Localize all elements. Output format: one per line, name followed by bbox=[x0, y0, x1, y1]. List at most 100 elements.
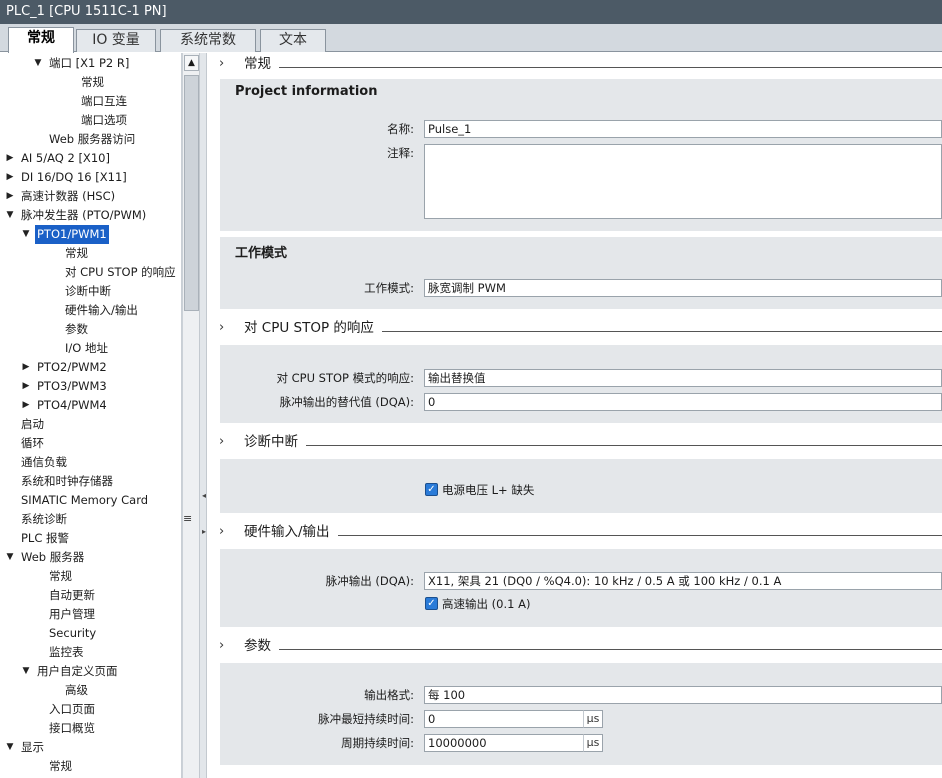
name-field[interactable]: Pulse_1 bbox=[424, 120, 942, 138]
tree-item[interactable]: 启动 bbox=[0, 415, 181, 434]
checkbox-label: 高速输出 (0.1 A) bbox=[442, 597, 531, 611]
expand-down-icon[interactable]: ▼ bbox=[20, 662, 32, 681]
tree-item[interactable]: 常规 bbox=[0, 73, 181, 92]
tree-item[interactable]: SIMATIC Memory Card bbox=[0, 491, 181, 510]
scroll-up-icon[interactable]: ▲ bbox=[184, 55, 199, 71]
expand-down-icon[interactable]: ▼ bbox=[32, 54, 44, 73]
tree-item-label: 用户管理 bbox=[49, 607, 95, 621]
section-diag-header[interactable]: › 诊断中断 bbox=[207, 431, 942, 453]
tree-scrollbar[interactable]: ▲ bbox=[182, 53, 199, 778]
expand-right-icon[interactable]: ▶ bbox=[20, 396, 32, 415]
tree-item[interactable]: 接口概览 bbox=[0, 719, 181, 738]
tree-item[interactable]: PLC 报警 bbox=[0, 529, 181, 548]
expand-right-icon[interactable]: ▶ bbox=[4, 168, 16, 187]
tree-item[interactable]: ▼ 端口 [X1 P2 R] bbox=[0, 54, 181, 73]
tree-item[interactable]: 常规 bbox=[0, 244, 181, 263]
tree-item[interactable]: 用户管理 bbox=[0, 605, 181, 624]
mode-heading: 工作模式 bbox=[235, 246, 288, 261]
tree-item[interactable]: 通信负载 bbox=[0, 453, 181, 472]
tree-item[interactable]: ▶ PTO3/PWM3 bbox=[0, 377, 181, 396]
section-general-header[interactable]: › 常规 bbox=[207, 53, 942, 75]
tree-item[interactable]: 监控表 bbox=[0, 643, 181, 662]
tab-system-constants[interactable]: 系统常数 bbox=[160, 29, 256, 52]
tree-item[interactable]: 端口选项 bbox=[0, 111, 181, 130]
checkmark-icon[interactable]: ✓ bbox=[425, 483, 438, 496]
tree-item-label: 硬件输入/输出 bbox=[65, 303, 138, 317]
tree-item-label: PLC 报警 bbox=[21, 531, 70, 545]
panel-splitter[interactable]: ◂ ▸ bbox=[199, 53, 207, 778]
expand-right-icon[interactable]: ▶ bbox=[4, 149, 16, 168]
tree-item-label: 常规 bbox=[49, 569, 72, 583]
tree-item[interactable]: Web 服务器访问 bbox=[0, 130, 181, 149]
chevron-right-icon: › bbox=[219, 524, 225, 539]
tree-item[interactable]: 系统诊断 bbox=[0, 510, 181, 529]
tree-item[interactable]: 诊断中断 bbox=[0, 282, 181, 301]
tree-item[interactable]: 自动更新 bbox=[0, 586, 181, 605]
tab-texts[interactable]: 文本 bbox=[260, 29, 326, 52]
tree-item[interactable]: ▼ Web 服务器 bbox=[0, 548, 181, 567]
tree-item[interactable]: 对 CPU STOP 的响应 bbox=[0, 263, 181, 282]
stop-reaction-select[interactable]: 输出替换值 bbox=[424, 369, 942, 387]
tree-item-label: 用户自定义页面 bbox=[37, 664, 118, 678]
section-title: 硬件输入/输出 bbox=[244, 521, 338, 543]
tree-item[interactable]: ▼ 脉冲发生器 (PTO/PWM) bbox=[0, 206, 181, 225]
section-cpu-stop-header[interactable]: › 对 CPU STOP 的响应 bbox=[207, 317, 942, 339]
expand-down-icon[interactable]: ▼ bbox=[4, 548, 16, 567]
mode-label: 工作模式: bbox=[364, 281, 414, 295]
tree-item-label: 通信负载 bbox=[21, 455, 67, 469]
scroll-thumb[interactable] bbox=[184, 75, 199, 311]
expand-down-icon[interactable]: ▼ bbox=[4, 206, 16, 225]
tree-item[interactable]: Security bbox=[0, 624, 181, 643]
tree-item[interactable]: 端口互连 bbox=[0, 92, 181, 111]
section-hw-header[interactable]: › 硬件输入/输出 bbox=[207, 521, 942, 543]
tree-item-label: 端口选项 bbox=[81, 113, 127, 127]
tree-item[interactable]: ▶ AI 5/AQ 2 [X10] bbox=[0, 149, 181, 168]
tree-item-label: 显示 bbox=[21, 740, 44, 754]
expand-right-icon[interactable]: ▶ bbox=[4, 187, 16, 206]
tree-item[interactable]: 硬件输入/输出 bbox=[0, 301, 181, 320]
expand-right-icon[interactable]: ▶ bbox=[20, 358, 32, 377]
tree-item[interactable]: ▶ 高速计数器 (HSC) bbox=[0, 187, 181, 206]
expand-down-icon[interactable]: ▼ bbox=[20, 225, 32, 244]
tree-item[interactable]: ▼ 用户自定义页面 bbox=[0, 662, 181, 681]
tree-item[interactable]: 系统和时钟存储器 bbox=[0, 472, 181, 491]
tree-item[interactable]: 循环 bbox=[0, 434, 181, 453]
tab-io-tags[interactable]: IO 变量 bbox=[76, 29, 156, 52]
period-field[interactable]: 10000000 bbox=[424, 734, 584, 752]
tree-item[interactable]: 入口页面 bbox=[0, 700, 181, 719]
tree-item[interactable]: ▶ PTO2/PWM2 bbox=[0, 358, 181, 377]
chevron-right-icon: › bbox=[219, 638, 225, 653]
tree-item[interactable]: ▼ PTO1/PWM1 bbox=[0, 225, 181, 244]
tree-item[interactable]: ▶ DI 16/DQ 16 [X11] bbox=[0, 168, 181, 187]
min-pulse-field[interactable]: 0 bbox=[424, 710, 584, 728]
tree-item[interactable]: ▼ 显示 bbox=[0, 738, 181, 757]
checkmark-icon[interactable]: ✓ bbox=[425, 597, 438, 610]
tree-item[interactable]: 常规 bbox=[0, 567, 181, 586]
tree-item[interactable]: I/O 地址 bbox=[0, 339, 181, 358]
tree-item-label: 高级 bbox=[65, 683, 88, 697]
expand-right-icon[interactable]: ▶ bbox=[20, 377, 32, 396]
tree-item[interactable]: 参数 bbox=[0, 320, 181, 339]
mode-select[interactable]: 脉宽调制 PWM bbox=[424, 279, 942, 297]
output-format-select[interactable]: 每 100 bbox=[424, 686, 942, 704]
pulse-output-select[interactable]: X11, 架具 21 (DQ0 / %Q4.0): 10 kHz / 0.5 A… bbox=[424, 572, 942, 590]
tree-item[interactable]: 常规 bbox=[0, 757, 181, 776]
section-params-header[interactable]: › 参数 bbox=[207, 635, 942, 657]
splitter-grip-icon[interactable]: ≡ bbox=[183, 512, 192, 525]
hw-panel: 脉冲输出 (DQA): X11, 架具 21 (DQ0 / %Q4.0): 10… bbox=[220, 549, 942, 627]
checkbox-label: 电源电压 L+ 缺失 bbox=[442, 483, 535, 497]
section-title: 诊断中断 bbox=[244, 431, 306, 453]
diag-panel: ✓ 电源电压 L+ 缺失 bbox=[220, 459, 942, 513]
tree-item[interactable]: 高级 bbox=[0, 681, 181, 700]
tree-item-label: 循环 bbox=[21, 436, 44, 450]
tree-item[interactable]: ▶ PTO4/PWM4 bbox=[0, 396, 181, 415]
substitute-value-field[interactable]: 0 bbox=[424, 393, 942, 411]
comment-field[interactable] bbox=[424, 144, 942, 219]
properties-content: › 常规 Project information 名称: Pulse_1 注释:… bbox=[207, 53, 942, 778]
cpu-stop-panel: 对 CPU STOP 模式的响应: 输出替换值 脉冲输出的替代值 (DQA): … bbox=[220, 345, 942, 423]
tree-item-label: AI 5/AQ 2 [X10] bbox=[21, 151, 110, 165]
tree-item-label: I/O 地址 bbox=[65, 341, 108, 355]
tree-item-label: 对 CPU STOP 的响应 bbox=[65, 265, 176, 279]
tab-general[interactable]: 常规 bbox=[8, 27, 74, 53]
expand-down-icon[interactable]: ▼ bbox=[4, 738, 16, 757]
